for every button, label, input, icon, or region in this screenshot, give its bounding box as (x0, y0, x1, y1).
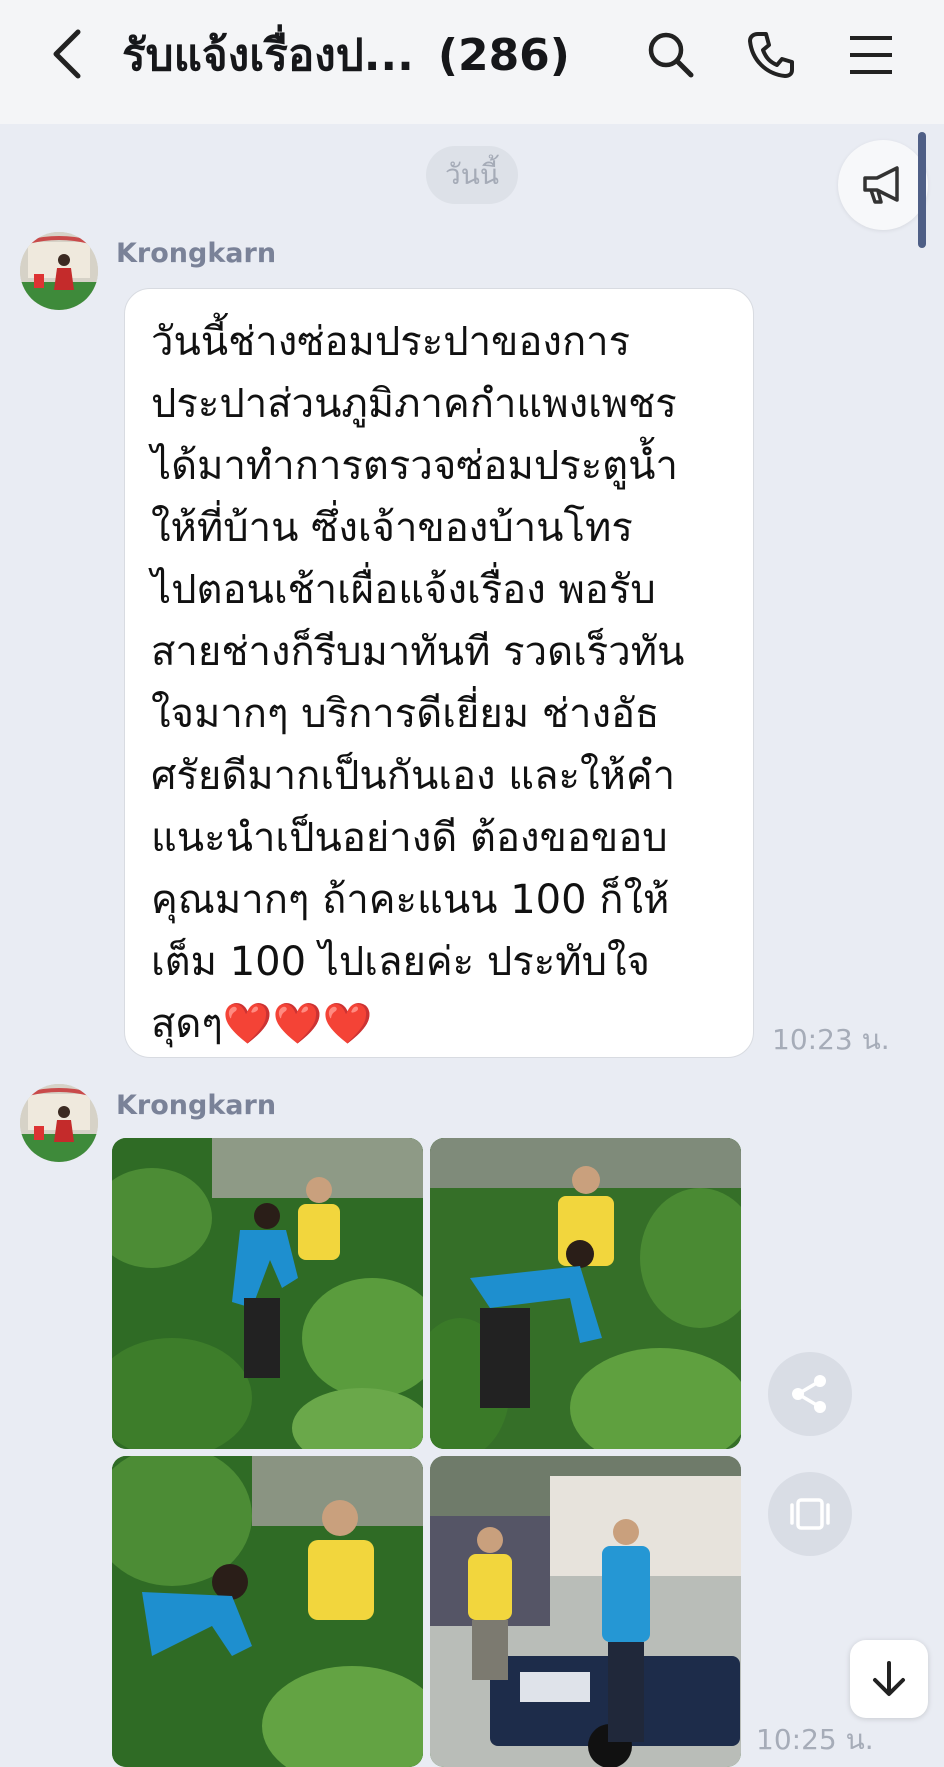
avatar[interactable] (20, 1084, 98, 1162)
photo-image (430, 1456, 741, 1767)
message-line: ศรัยดีมากเป็นกันเอง และให้คำ (151, 753, 676, 799)
sender-name: Krongkarn (116, 1090, 277, 1121)
photo-thumbnail[interactable] (112, 1456, 423, 1767)
message-timestamp: 10:23 น. (772, 1023, 890, 1056)
chat-title[interactable]: รับแจ้งเรื่องป... (286) (122, 24, 570, 88)
photo-thumbnail[interactable] (112, 1138, 423, 1449)
avatar[interactable] (20, 232, 98, 310)
message-line: ไปตอนเช้าเผื่อแจ้งเรื่อง พอรับ (151, 567, 656, 613)
message-line: วันนี้ช่างซ่อมประปาของการ (151, 319, 631, 365)
photo-thumbnail[interactable] (430, 1138, 741, 1449)
message-line: ใจมากๆ บริการดีเยี่ยม ช่างอัธ (151, 691, 660, 737)
album-button[interactable] (768, 1472, 852, 1556)
photo-image (112, 1138, 423, 1449)
member-count: (286) (437, 30, 570, 81)
message-line-text: สุดๆ (151, 1001, 223, 1047)
sender-name: Krongkarn (116, 238, 277, 269)
search-icon[interactable] (644, 28, 698, 82)
chat-header: รับแจ้งเรื่องป... (286) (0, 0, 944, 124)
message-line: ได้มาทำการตรวจซ่อมประตูน้ำ (151, 443, 678, 489)
menu-icon[interactable] (844, 28, 898, 82)
message-line: คุณมากๆ ถ้าคะแนน 100 ก็ให้ (151, 877, 670, 923)
photo-thumbnail[interactable] (430, 1456, 741, 1767)
avatar-image (20, 1084, 98, 1162)
share-button[interactable] (768, 1352, 852, 1436)
heart-emoji: ❤️❤️❤️ (222, 1001, 373, 1047)
message-timestamp: 10:25 น. (756, 1723, 874, 1756)
avatar-image (20, 232, 98, 310)
date-divider: วันนี้ (426, 146, 518, 204)
scrollbar[interactable] (918, 132, 926, 248)
megaphone-icon (863, 166, 899, 204)
message-line: เต็ม 100 ไปเลยค่ะ ประทับใจ (151, 939, 650, 985)
message-line: ให้ที่บ้าน ซึ่งเจ้าของบ้านโทร (151, 505, 633, 551)
message-line: ประปาส่วนภูมิภาคกำแพงเพชร (151, 381, 677, 427)
message-text: วันนี้ช่างซ่อมประปาของการ ประปาส่วนภูมิภ… (151, 311, 739, 1055)
message-line: สายช่างก็รีบมาทันที รวดเร็วทัน (151, 629, 685, 675)
scroll-to-bottom-button[interactable] (850, 1640, 928, 1718)
message-line: สุดๆ❤️❤️❤️ (151, 993, 739, 1055)
share-icon (792, 1375, 826, 1413)
announcement-button[interactable] (838, 140, 928, 230)
chevron-left-icon[interactable] (44, 26, 94, 82)
message-line: แนะนำเป็นอย่างดี ต้องขอขอบ (151, 815, 668, 861)
photo-image (430, 1138, 741, 1449)
group-name: รับแจ้งเรื่องป... (122, 30, 414, 81)
photo-image (112, 1456, 423, 1767)
album-icon (790, 1498, 830, 1530)
phone-icon[interactable] (744, 28, 798, 82)
arrow-down-icon (873, 1661, 905, 1696)
message-bubble[interactable]: วันนี้ช่างซ่อมประปาของการ ประปาส่วนภูมิภ… (124, 288, 754, 1058)
